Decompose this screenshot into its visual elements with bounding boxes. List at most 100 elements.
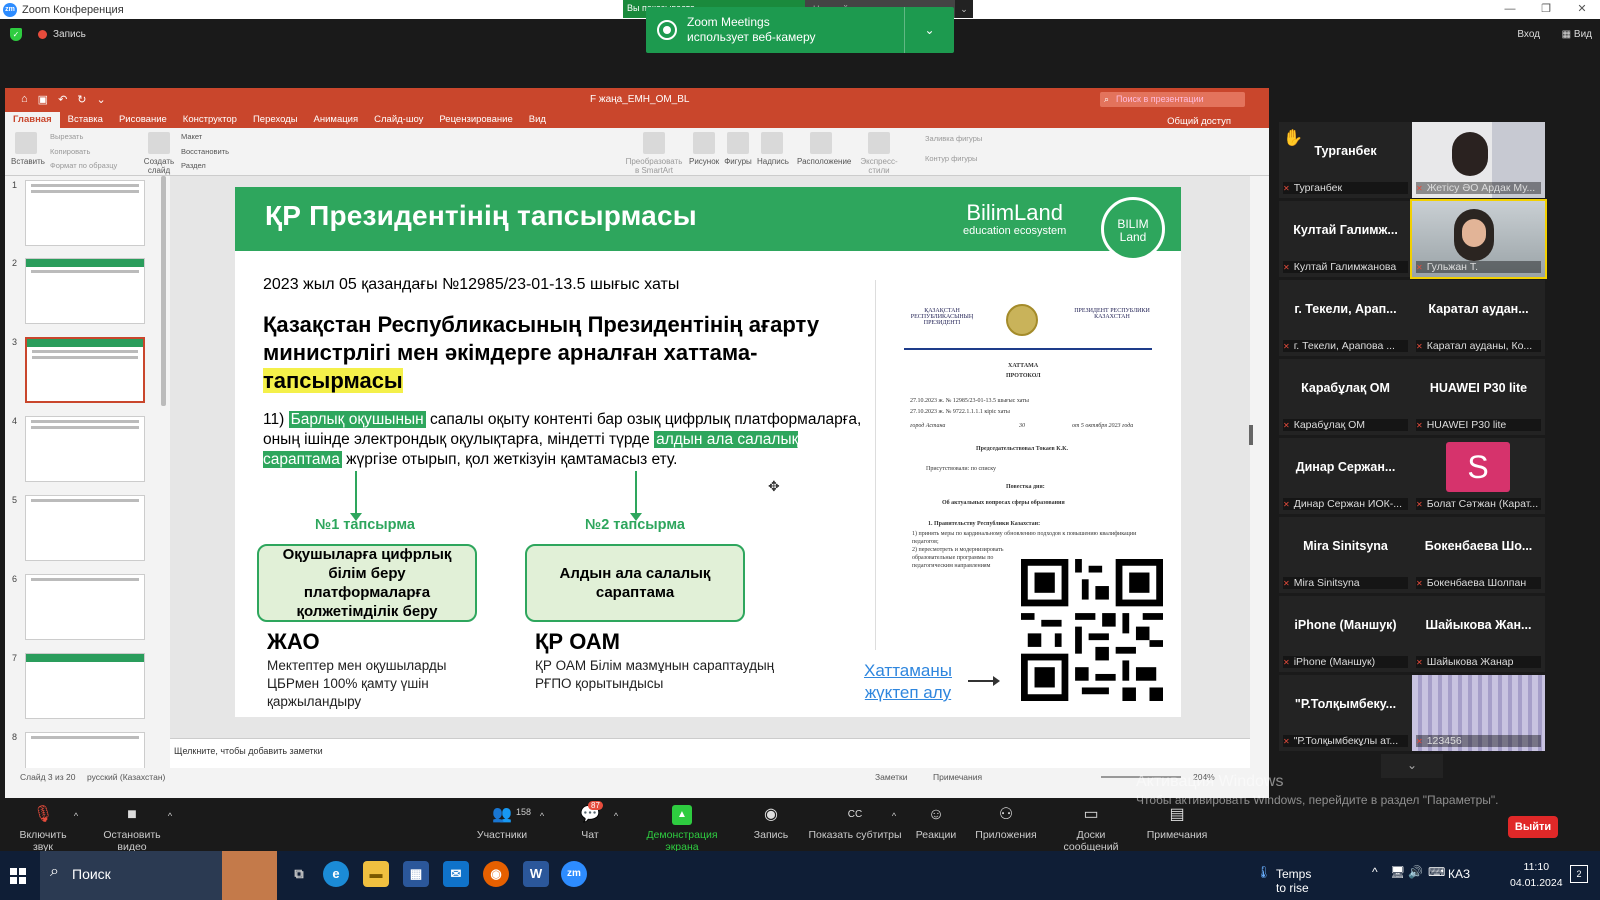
slide-thumbnail-selected[interactable] [25, 337, 145, 403]
participants-button[interactable]: 👥 158 Участники [472, 805, 532, 841]
keyboard-icon[interactable]: ⌨ [1428, 865, 1445, 879]
format-painter-button[interactable]: Формат по образцу [50, 161, 117, 170]
participant-tile[interactable]: г. Текели, Арап... г. Текели, Арапова ..… [1279, 280, 1412, 356]
shape-outline-button[interactable]: Контур фигуры [925, 154, 977, 163]
volume-icon[interactable]: 🔊 [1408, 865, 1423, 879]
slide-thumbnail[interactable] [25, 258, 145, 324]
firefox-icon[interactable]: ◉ [483, 861, 509, 887]
section-button[interactable]: Раздел [181, 161, 206, 170]
slide-thumbnail[interactable] [25, 653, 145, 719]
tab-home[interactable]: Главная [5, 112, 60, 128]
tab-animations[interactable]: Анимация [306, 112, 367, 128]
redo-icon[interactable]: ↻ [77, 93, 86, 106]
smartart-button[interactable]: Преобразовать в SmartArt [623, 132, 685, 175]
qr-code-image[interactable] [1021, 559, 1163, 701]
file-explorer-icon[interactable]: ▬ [363, 861, 389, 887]
participant-tile[interactable]: Динар Сержан... Динар Сержан ИОК-... [1279, 438, 1412, 514]
new-slide-button[interactable]: Создать слайд [143, 132, 175, 175]
audio-options-caret[interactable]: ^ [70, 811, 82, 821]
reactions-button[interactable]: ☺ Реакции [914, 805, 958, 841]
tab-view[interactable]: Вид [521, 112, 554, 128]
tab-design[interactable]: Конструктор [175, 112, 245, 128]
security-shield-icon[interactable]: ✓ [10, 28, 22, 41]
slide-thumbnail[interactable] [25, 495, 145, 561]
participant-tile[interactable]: Карабұлақ ОМ Карабұлақ ОМ [1279, 359, 1412, 435]
participant-video-tile[interactable]: 123456 [1412, 675, 1545, 751]
notes-button[interactable]: ▤ Примечания [1146, 805, 1208, 841]
taskbar-search-box[interactable]: Поиск [40, 851, 277, 900]
participant-video-tile[interactable]: Жетісу ӘО Ардак Му... [1412, 122, 1545, 198]
participant-tile[interactable]: Mira Sinitsyna Mira Sinitsyna [1279, 517, 1412, 593]
comments-toggle[interactable]: Примечания [933, 772, 982, 782]
language-status[interactable]: русский (Казахстан) [87, 772, 165, 782]
notes-pane[interactable]: Щелкните, чтобы добавить заметки [170, 738, 1250, 768]
participants-options-caret[interactable]: ^ [536, 811, 548, 821]
save-icon[interactable]: ▣ [38, 93, 48, 106]
participant-tile[interactable]: Бокенбаева Шо... Бокенбаева Шолпан [1412, 517, 1545, 593]
picture-button[interactable]: Рисунок [689, 132, 719, 166]
store-icon[interactable]: ▦ [403, 861, 429, 887]
reset-button[interactable]: Восстановить [181, 147, 229, 156]
mail-icon[interactable]: ✉ [443, 861, 469, 887]
participant-tile[interactable]: Каратал аудан... Каратал ауданы, Ко... [1412, 280, 1545, 356]
slide-thumbnail[interactable] [25, 180, 145, 246]
minimize-button[interactable]: — [1492, 0, 1528, 19]
shapes-button[interactable]: Фигуры [723, 132, 753, 166]
home-icon[interactable]: ⌂ [21, 93, 28, 106]
leave-meeting-button[interactable]: Выйти [1508, 816, 1558, 838]
active-speaker-tile[interactable]: Гульжан Т. [1410, 199, 1547, 279]
tab-draw[interactable]: Рисование [111, 112, 175, 128]
video-options-caret[interactable]: ^ [164, 811, 176, 821]
weather-text[interactable]: Temps to rise [1276, 867, 1311, 895]
copy-button[interactable]: Копировать [50, 147, 90, 156]
maximize-button[interactable]: ❐ [1528, 0, 1564, 19]
slide-thumbnail[interactable] [25, 732, 145, 768]
participant-tile[interactable]: HUAWEI P30 lite HUAWEI P30 lite [1412, 359, 1545, 435]
captions-options-caret[interactable]: ^ [888, 811, 900, 821]
chat-button[interactable]: 💬 87 Чат [572, 801, 608, 841]
undo-icon[interactable]: ↶ [58, 93, 67, 106]
participant-avatar-tile[interactable]: S Болат Сәтжан (Карат... [1412, 438, 1545, 514]
apps-button[interactable]: ⚇ Приложения [974, 805, 1038, 841]
participant-tile[interactable]: iPhone (Маншук) iPhone (Маншук) [1279, 596, 1412, 672]
participant-tile[interactable]: "Р.Толқымбеку... "Р.Толқымбекұлы ат... [1279, 675, 1412, 751]
view-button[interactable]: ▦ Вид [1562, 29, 1592, 40]
tray-expand-icon[interactable]: ^ [1372, 865, 1378, 879]
tab-transitions[interactable]: Переходы [245, 112, 306, 128]
paste-button[interactable]: Вставить [11, 132, 45, 166]
edge-browser-icon[interactable]: e [323, 861, 349, 887]
taskbar-clock[interactable]: 11:10 04.01.2024 [1510, 859, 1563, 891]
arrange-button[interactable]: Расположение [797, 132, 851, 166]
notes-toggle[interactable]: Заметки [875, 772, 908, 782]
login-button[interactable]: Вход [1517, 29, 1540, 40]
close-window-button[interactable]: ✕ [1564, 0, 1600, 19]
windows-start-icon[interactable] [10, 868, 26, 884]
tab-insert[interactable]: Вставка [60, 112, 111, 128]
network-icon[interactable]: 🖥 [1390, 865, 1405, 879]
whiteboards-button[interactable]: ▭ Доски сообщений [1048, 805, 1134, 853]
participant-tile[interactable]: Шайыкова Жан... Шайыкова Жанар [1412, 596, 1545, 672]
share-dropdown-button[interactable]: ⌄ [955, 0, 973, 18]
stop-video-button[interactable]: ■ Остановить видео [88, 805, 176, 853]
cut-button[interactable]: Вырезать [50, 132, 83, 141]
tab-review[interactable]: Рецензирование [431, 112, 520, 128]
textbox-button[interactable]: Надпись [757, 132, 789, 166]
shape-fill-button[interactable]: Заливка фигуры [925, 134, 982, 143]
download-protocol-link[interactable]: Хаттаманы жүктеп алу [853, 660, 963, 704]
layout-button[interactable]: Макет [181, 132, 202, 141]
record-button[interactable]: ◉ Запись [750, 805, 792, 841]
participant-tile[interactable]: ✋ Турганбек Турганбек [1279, 122, 1412, 198]
gallery-next-page-button[interactable]: ⌄ [1381, 754, 1443, 778]
unmute-button[interactable]: 🎙 Включить звук [8, 805, 78, 853]
ppt-share-button[interactable]: Общий доступ [1159, 114, 1239, 129]
notifications-button[interactable]: 2 [1570, 865, 1588, 883]
tab-slideshow[interactable]: Слайд-шоу [366, 112, 431, 128]
participant-tile[interactable]: Култай Галимж... Култай Галимжанова [1279, 201, 1412, 277]
chat-options-caret[interactable]: ^ [610, 811, 622, 821]
customize-icon[interactable]: ⌄ [97, 93, 106, 106]
slide-thumbnail[interactable] [25, 416, 145, 482]
slide-thumbnail[interactable] [25, 574, 145, 640]
ppt-search-input[interactable]: Поиск в презентации [1100, 92, 1245, 107]
language-indicator[interactable]: КАЗ [1448, 867, 1470, 881]
zoom-taskbar-icon[interactable]: zm [561, 861, 587, 887]
